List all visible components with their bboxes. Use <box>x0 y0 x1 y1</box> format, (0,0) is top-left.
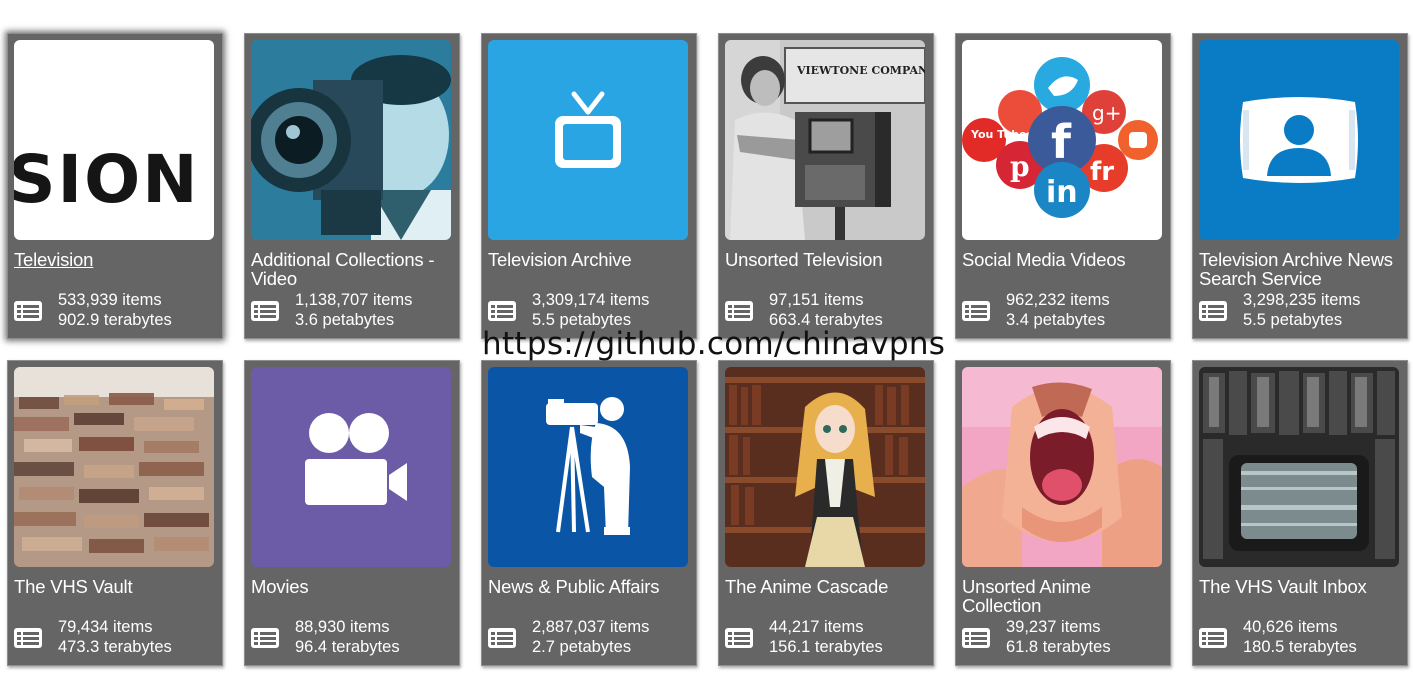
storage-size: 473.3 terabytes <box>58 638 172 656</box>
tv-icon[interactable] <box>488 40 688 240</box>
list-icon <box>14 301 42 321</box>
tv-person-icon[interactable] <box>1199 40 1399 240</box>
item-count: 3,298,235 items <box>1243 291 1361 309</box>
svg-text:f: f <box>1051 115 1072 169</box>
item-count: 44,217 items <box>769 618 864 636</box>
collection-card-vhs-vault[interactable]: The VHS Vault 79,434 items 473.3 terabyt… <box>7 360 223 666</box>
svg-text:SION: SION <box>14 141 199 218</box>
list-icon <box>488 301 516 321</box>
storage-size: 2.7 petabytes <box>532 638 632 656</box>
list-icon <box>251 628 279 648</box>
storage-size: 5.5 petabytes <box>1243 311 1343 329</box>
item-count: 97,151 items <box>769 291 864 309</box>
collection-title[interactable]: Additional Collections - Video <box>251 250 455 288</box>
item-count: 79,434 items <box>58 618 153 636</box>
collection-card-unsorted-television[interactable]: VIEWTONE COMPANY TELEVISION Unsorted Tel… <box>718 33 934 339</box>
item-count: 962,232 items <box>1006 291 1110 309</box>
storage-size: 156.1 terabytes <box>769 638 883 656</box>
svg-text:You Tube: You Tube <box>970 128 1027 141</box>
collection-stats: 44,217 items 156.1 terabytes <box>725 617 929 657</box>
storage-size: 61.8 terabytes <box>1006 638 1111 656</box>
list-icon <box>1199 628 1227 648</box>
collection-title[interactable]: The VHS Vault <box>14 577 218 596</box>
storage-size: 180.5 terabytes <box>1243 638 1357 656</box>
text-logo-thumb[interactable]: SION <box>14 40 214 240</box>
collection-stats: 3,309,174 items 5.5 petabytes <box>488 290 692 330</box>
item-count: 40,626 items <box>1243 618 1338 636</box>
svg-text:in: in <box>1046 175 1078 210</box>
collection-stats: 533,939 items 902.9 terabytes <box>14 290 218 330</box>
collection-title[interactable]: Movies <box>251 577 455 596</box>
list-icon <box>962 301 990 321</box>
cameraman-photo-thumb[interactable] <box>251 40 451 240</box>
list-icon <box>14 628 42 648</box>
item-count: 1,138,707 items <box>295 291 413 309</box>
collection-card-television-archive[interactable]: Television Archive 3,309,174 items 5.5 p… <box>481 33 697 339</box>
collection-card-tv-news-search[interactable]: Television Archive News Search Service 3… <box>1192 33 1408 339</box>
collection-title[interactable]: Unsorted Anime Collection <box>962 577 1166 615</box>
collection-title[interactable]: The VHS Vault Inbox <box>1199 577 1403 596</box>
collection-card-vhs-vault-inbox[interactable]: The VHS Vault Inbox 40,626 items 180.5 t… <box>1192 360 1408 666</box>
collection-title[interactable]: News & Public Affairs <box>488 577 692 596</box>
collection-stats: 962,232 items 3.4 petabytes <box>962 290 1166 330</box>
collection-card-movies[interactable]: Movies 88,930 items 96.4 terabytes <box>244 360 460 666</box>
anime-shout-thumb[interactable] <box>962 367 1162 567</box>
svg-text:VIEWTONE COMPANY TELEVISION: VIEWTONE COMPANY TELEVISION <box>796 64 925 77</box>
collection-stats: 2,887,037 items 2.7 petabytes <box>488 617 692 657</box>
watermark-text: https://github.com/chinavpns <box>482 326 946 362</box>
movie-camera-icon[interactable] <box>251 367 451 567</box>
vhs-tv-photo-thumb[interactable] <box>1199 367 1399 567</box>
cameraman-silhouette-icon[interactable] <box>488 367 688 567</box>
svg-text:p: p <box>1010 150 1030 183</box>
collection-title[interactable]: Unsorted Television <box>725 250 929 269</box>
item-count: 3,309,174 items <box>532 291 650 309</box>
storage-size: 902.9 terabytes <box>58 311 172 329</box>
storage-size: 3.6 petabytes <box>295 311 395 329</box>
collection-title[interactable]: Television <box>14 250 218 269</box>
item-count: 2,887,037 items <box>532 618 650 636</box>
list-icon <box>251 301 279 321</box>
list-icon <box>725 301 753 321</box>
social-media-logos-thumb[interactable]: g+ You Tube p fr f in <box>962 40 1162 240</box>
collection-stats: 1,138,707 items 3.6 petabytes <box>251 290 455 330</box>
collection-stats: 3,298,235 items 5.5 petabytes <box>1199 290 1403 330</box>
collection-card-television[interactable]: SION Television 533,939 items 902.9 tera… <box>7 33 223 339</box>
collection-title[interactable]: Television Archive <box>488 250 692 269</box>
list-icon <box>725 628 753 648</box>
collection-stats: 97,151 items 663.4 terabytes <box>725 290 929 330</box>
item-count: 533,939 items <box>58 291 162 309</box>
storage-size: 3.4 petabytes <box>1006 311 1106 329</box>
collection-card-anime-cascade[interactable]: The Anime Cascade 44,217 items 156.1 ter… <box>718 360 934 666</box>
list-icon <box>1199 301 1227 321</box>
collection-stats: 40,626 items 180.5 terabytes <box>1199 617 1403 657</box>
anime-library-thumb[interactable] <box>725 367 925 567</box>
svg-text:g+: g+ <box>1092 101 1121 125</box>
collection-stats: 88,930 items 96.4 terabytes <box>251 617 455 657</box>
list-icon <box>488 628 516 648</box>
collection-title[interactable]: The Anime Cascade <box>725 577 929 596</box>
vintage-tv-photo-thumb[interactable]: VIEWTONE COMPANY TELEVISION <box>725 40 925 240</box>
collection-card-additional-video[interactable]: Additional Collections - Video 1,138,707… <box>244 33 460 339</box>
collection-card-social-media-videos[interactable]: g+ You Tube p fr f in Social Media Video… <box>955 33 1171 339</box>
list-icon <box>962 628 990 648</box>
collection-stats: 79,434 items 473.3 terabytes <box>14 617 218 657</box>
storage-size: 96.4 terabytes <box>295 638 400 656</box>
collection-title[interactable]: Social Media Videos <box>962 250 1166 269</box>
collection-card-unsorted-anime[interactable]: Unsorted Anime Collection 39,237 items 6… <box>955 360 1171 666</box>
item-count: 88,930 items <box>295 618 390 636</box>
vhs-pile-photo-thumb[interactable] <box>14 367 214 567</box>
collection-stats: 39,237 items 61.8 terabytes <box>962 617 1166 657</box>
svg-text:fr: fr <box>1090 157 1114 187</box>
item-count: 39,237 items <box>1006 618 1101 636</box>
collection-title[interactable]: Television Archive News Search Service <box>1199 250 1403 288</box>
collection-card-news-public-affairs[interactable]: News & Public Affairs 2,887,037 items 2.… <box>481 360 697 666</box>
